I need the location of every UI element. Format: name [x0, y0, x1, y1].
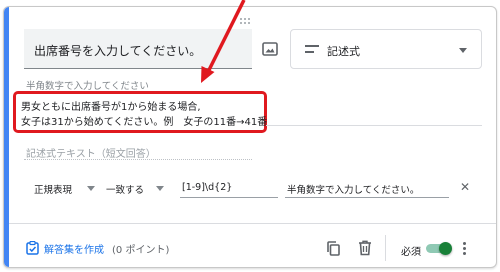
- close-icon[interactable]: ✕: [460, 181, 470, 193]
- toggle-thumb: [439, 242, 452, 255]
- validation-pattern-input[interactable]: [1-9]\d{2}: [182, 182, 232, 193]
- description-underline: [266, 125, 482, 126]
- description-line-2: 女子は31から始めてください。例 女子の11番→41番: [21, 117, 268, 128]
- short-answer-icon: [305, 45, 319, 55]
- chevron-down-icon: [459, 48, 467, 53]
- chevron-down-icon: [87, 186, 95, 191]
- description-field[interactable]: 男女ともに出席番号が1から始まる場合, 女子は31から始めてください。例 女子の…: [13, 91, 267, 133]
- answer-line: [24, 159, 252, 160]
- answer-key-label: 解答集を作成: [44, 245, 104, 256]
- required-label: 必須: [401, 247, 421, 258]
- required-toggle[interactable]: [426, 242, 452, 255]
- active-card-indicator: [4, 7, 9, 267]
- question-title-text: 出席番号を入力してください。: [34, 44, 202, 58]
- question-type-label: 記述式: [327, 45, 360, 58]
- pattern-underline: [180, 197, 278, 198]
- footer-separator: [385, 235, 386, 261]
- description-line-1: 男女ともに出席番号が1から始まる場合,: [21, 102, 201, 113]
- question-type-dropdown[interactable]: 記述式: [290, 29, 482, 69]
- validation-type-dropdown[interactable]: 正規表現: [34, 182, 72, 196]
- more-options-icon[interactable]: [463, 242, 467, 256]
- answer-placeholder: 記述式テキスト（短文回答）: [26, 149, 156, 160]
- add-image-icon[interactable]: [262, 41, 278, 56]
- description-hint: 半角数字で入力してください: [26, 81, 149, 92]
- question-card: 出席番号を入力してください。 記述式 半角数字で入力してください 男女ともに出席…: [3, 6, 497, 268]
- response-validation-row: 正規表現 一致する [1-9]\d{2} 半角数字で入力してください。 ✕: [4, 175, 496, 201]
- points-label: (0 ポイント): [112, 245, 170, 256]
- chevron-down-icon: [156, 186, 164, 191]
- answer-key-icon: [26, 240, 39, 255]
- duplicate-icon[interactable]: [326, 241, 340, 256]
- footer-divider: [9, 223, 496, 224]
- validation-error-input[interactable]: 半角数字で入力してください。: [287, 182, 419, 196]
- error-underline: [285, 197, 449, 198]
- question-title-field[interactable]: 出席番号を入力してください。: [24, 29, 252, 69]
- drag-handle-icon[interactable]: [240, 18, 254, 26]
- validation-condition-dropdown[interactable]: 一致する: [106, 182, 144, 196]
- delete-icon[interactable]: [358, 240, 372, 256]
